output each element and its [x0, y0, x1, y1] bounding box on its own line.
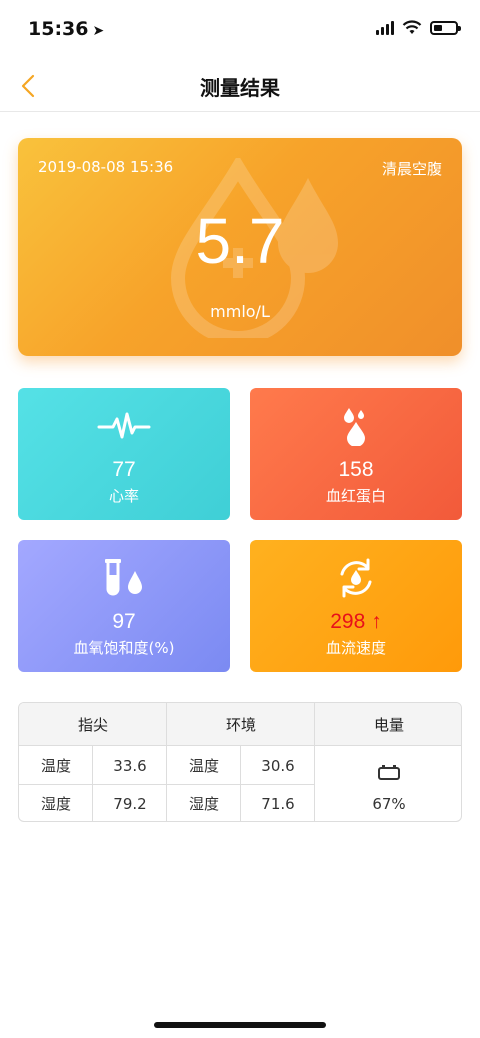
clock-text: 15:36 [28, 18, 89, 40]
refresh-drop-icon [340, 558, 372, 598]
blood-flow-label: 血流速度 [325, 639, 386, 657]
home-indicator[interactable] [154, 1022, 326, 1028]
heart-rate-label: 心率 [108, 487, 139, 505]
table-header-environment: 环境 [167, 703, 315, 746]
heart-rate-tile[interactable]: 77 心率 [18, 388, 230, 520]
spo2-tile[interactable]: 97 血氧饱和度(%) [18, 540, 230, 672]
fingertip-humidity-label: 湿度 [40, 795, 71, 813]
up-arrow-icon: ↑ [371, 610, 382, 633]
measurement-datetime: 2019-08-08 15:36 [38, 158, 174, 176]
battery-icon [378, 765, 400, 780]
environment-temp-value: 30.6 [261, 756, 295, 775]
status-icons [376, 20, 461, 35]
signal-icon [376, 20, 394, 35]
fingertip-temp-label: 温度 [40, 757, 71, 775]
battery-icon-cell [315, 757, 461, 787]
table-header-battery: 电量 [315, 703, 461, 746]
spo2-value: 97 [112, 610, 136, 633]
table-header-fingertip: 指尖 [19, 703, 167, 746]
fingertip-humidity-value: 79.2 [113, 794, 147, 813]
glucose-unit: mmlo/L [210, 302, 270, 321]
nav-bar: 测量结果 [0, 60, 480, 112]
glucose-value: 5.7 [195, 205, 285, 277]
blood-flow-value-row: 298 ↑ [250, 610, 462, 634]
heart-rate-value: 77 [112, 458, 136, 481]
wifi-icon [402, 20, 422, 34]
status-bar: 15:36 ➤ [0, 0, 480, 60]
glucose-card: 2019-08-08 15:36 清晨空腹 5.7 mmlo/L [18, 138, 462, 356]
blood-flow-value: 298 [330, 610, 366, 633]
drops-icon [344, 408, 365, 446]
status-time: 15:36 ➤ [28, 18, 104, 40]
environment-humidity-value: 71.6 [261, 794, 295, 813]
hemoglobin-value: 158 [338, 458, 374, 481]
page-title: 测量结果 [200, 76, 280, 100]
hemoglobin-label: 血红蛋白 [325, 487, 386, 505]
blood-flow-tile[interactable]: 298 ↑ 血流速度 [250, 540, 462, 672]
battery-status-icon [430, 20, 461, 35]
battery-value: 67% [372, 794, 406, 813]
environment-temp-label: 温度 [188, 757, 219, 775]
environment-table: 指尖 环境 电量 温度 33.6 湿度 79.2 温度 30.6 湿度 71.6… [18, 702, 462, 822]
spo2-label: 血氧饱和度(%) [73, 639, 175, 657]
location-icon: ➤ [92, 23, 105, 39]
fingertip-temp-value: 33.6 [113, 756, 147, 775]
environment-humidity-label: 湿度 [188, 795, 219, 813]
hemoglobin-tile[interactable]: 158 血红蛋白 [250, 388, 462, 520]
test-tube-icon [105, 559, 142, 596]
measurement-state: 清晨空腹 [381, 160, 442, 178]
heartbeat-icon [97, 412, 151, 439]
